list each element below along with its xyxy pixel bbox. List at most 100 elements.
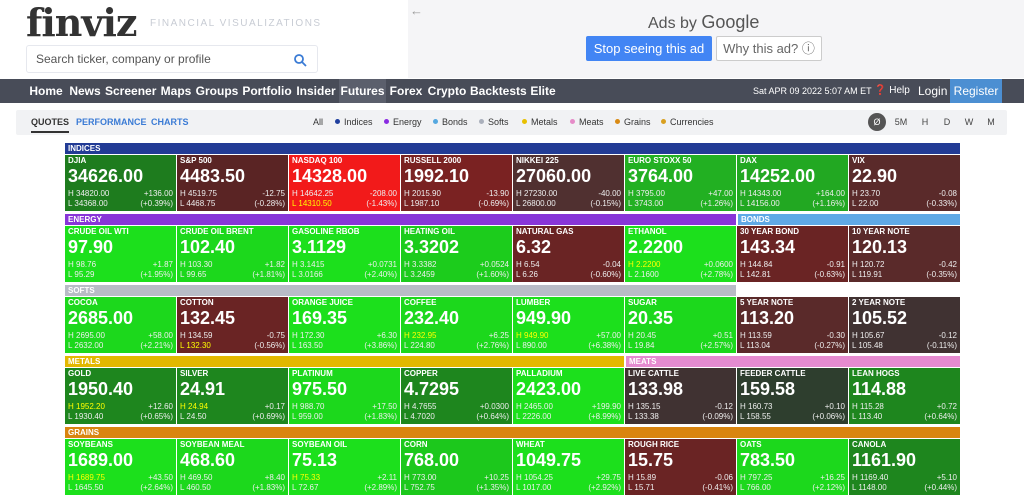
tile-gold[interactable]: GOLD 1950.40 H 1952.20 L 1930.40 +12.60 (+0.6…: [65, 368, 176, 424]
tile-low: L 890.00: [516, 341, 547, 350]
nav-futures[interactable]: Futures: [339, 79, 386, 103]
filter-energy[interactable]: Energy: [384, 110, 422, 135]
filter-softs[interactable]: Softs: [479, 110, 509, 135]
tile-change-pct: (+1.81%): [252, 270, 285, 279]
filter-meats[interactable]: Meats: [570, 110, 604, 135]
nav-elite[interactable]: Elite: [528, 79, 558, 103]
nav-news[interactable]: News: [67, 79, 103, 103]
tile-low: L 959.00: [292, 412, 323, 421]
filter-grains[interactable]: Grains: [615, 110, 651, 135]
tile-low: L 1017.00: [516, 483, 552, 492]
tile-change-pct: (+0.64%): [924, 412, 957, 421]
tile-palladium[interactable]: PALLADIUM 2423.00 H 2465.00 L 2226.00 +199.9…: [513, 368, 624, 424]
tile-2-year-note[interactable]: 2 YEAR NOTE 105.52 H 105.67 L 105.48 -0.12 (-…: [849, 297, 960, 353]
finviz-logo[interactable]: finviz: [26, 0, 138, 45]
tile-ethanol[interactable]: ETHANOL 2.2200 H 2.2200 L 2.1600 +0.0600 (+2.…: [625, 226, 736, 282]
timeframe-5m[interactable]: 5M: [893, 113, 909, 131]
tile-feeder-cattle[interactable]: FEEDER CATTLE 159.58 H 160.73 L 158.55 +0.10…: [737, 368, 848, 424]
tile-dax[interactable]: DAX 14252.00 H 14343.00 L 14156.00 +164.00 (+…: [737, 155, 848, 211]
tile-djia[interactable]: DJIA 34626.00 H 34820.00 L 34368.00 +136.00(…: [65, 155, 176, 211]
filter-currencies[interactable]: Currencies: [661, 110, 714, 135]
tile-wheat[interactable]: WHEAT 1049.75 H 1054.25 L 1017.00 +29.75 (+2.…: [513, 439, 624, 495]
tile-nasdaq-100[interactable]: NASDAQ 100 14328.00 H 14642.25 L 14310.50 -2…: [289, 155, 400, 211]
tile-30-year-bond[interactable]: 30 YEAR BOND 143.34 H 144.84 L 142.81 -0.91(…: [737, 226, 848, 282]
nav-screener[interactable]: Screener: [105, 79, 156, 103]
tile-crude-oil-wti[interactable]: CRUDE OIL WTI 97.90 H 98.76 L 95.29 +1.87 (+1…: [65, 226, 176, 282]
tile-russell-2000[interactable]: RUSSELL 2000 1992.10 H 2015.90 L 1987.10 -13…: [401, 155, 512, 211]
tile-sugar[interactable]: SUGAR 20.35 H 20.45 L 19.84 +0.51 (+2.57%): [625, 297, 736, 353]
register-button[interactable]: Register: [950, 79, 1002, 103]
tile-corn[interactable]: CORN 768.00 H 773.00 L 752.75 +10.25 (+1.35%): [401, 439, 512, 495]
nav-crypto[interactable]: Crypto: [426, 79, 468, 103]
tile-low: L 460.50: [180, 483, 211, 492]
tile-lean-hogs[interactable]: LEAN HOGS 114.88 H 115.28 L 113.40 +0.72 (+0.…: [849, 368, 960, 424]
timeframe-h[interactable]: H: [917, 113, 933, 131]
filter-bonds[interactable]: Bonds: [433, 110, 468, 135]
tile-soybean-meal[interactable]: SOYBEAN MEAL 468.60 H 469.50 L 460.50 +8.40(…: [177, 439, 288, 495]
help-link[interactable]: ❓ Help: [874, 79, 910, 103]
tile-name: SOYBEAN OIL: [292, 440, 348, 449]
tile-5-year-note[interactable]: 5 YEAR NOTE 113.20 H 113.59 L 113.04 -0.30 (-…: [737, 297, 848, 353]
tile-euro-stoxx-50[interactable]: EURO STOXX 50 3764.00 H 3795.00 L 3743.00 +4…: [625, 155, 736, 211]
tile-change: +164.00: [815, 189, 845, 198]
search-input[interactable]: [36, 51, 286, 67]
timeframe-d[interactable]: D: [939, 113, 955, 131]
stop-seeing-ad-button[interactable]: Stop seeing this ad: [586, 36, 712, 61]
tile-soybean-oil[interactable]: SOYBEAN OIL 75.13 H 75.33 L 72.67 +2.11 (+2.8…: [289, 439, 400, 495]
tile-name: CRUDE OIL WTI: [68, 227, 129, 236]
tile-rough-rice[interactable]: ROUGH RICE 15.75 H 15.89 L 15.71 -0.06 (-0.41…: [625, 439, 736, 495]
tab-charts[interactable]: CHARTS: [151, 110, 189, 135]
filter-all[interactable]: All: [313, 110, 323, 135]
tile-copper[interactable]: COPPER 4.7295 H 4.7655 L 4.7020 +0.0300 (+0.6…: [401, 368, 512, 424]
tab-quotes[interactable]: QUOTES: [31, 110, 70, 133]
filter-metals[interactable]: Metals: [522, 110, 558, 135]
tile-10-year-note[interactable]: 10 YEAR NOTE 120.13 H 120.72 L 119.91 -0.42(…: [849, 226, 960, 282]
tile-change: +0.72: [936, 402, 957, 411]
tile-soybeans[interactable]: SOYBEANS 1689.00 H 1689.75 L 1645.50 +43.50(…: [65, 439, 176, 495]
tile-low: L 1987.10: [404, 199, 440, 208]
nav-backtests[interactable]: Backtests: [470, 79, 527, 103]
tile-silver[interactable]: SILVER 24.91 H 24.94 L 24.50 +0.17 (+0.69%): [177, 368, 288, 424]
tile-cotton[interactable]: COTTON 132.45 H 134.59 L 132.30 -0.75 (-0.56%…: [177, 297, 288, 353]
nav-home[interactable]: Home: [28, 79, 64, 103]
timeframe-none[interactable]: Ø: [868, 113, 886, 131]
metals-dot-icon: [522, 119, 527, 125]
tab-performance[interactable]: PERFORMANCE: [76, 110, 147, 135]
tile-platinum[interactable]: PLATINUM 975.50 H 988.70 L 959.00 +17.50 (+1.…: [289, 368, 400, 424]
tile-crude-oil-brent[interactable]: CRUDE OIL BRENT 102.40 H 103.30 L 99.65 +1.8…: [177, 226, 288, 282]
tile-live-cattle[interactable]: LIVE CATTLE 133.98 H 135.15 L 133.38 -0.12 (-…: [625, 368, 736, 424]
tile-coffee[interactable]: COFFEE 232.40 H 232.95 L 224.80 +6.25 (+2.76%…: [401, 297, 512, 353]
tile-s-p-500[interactable]: S&P 500 4483.50 H 4519.75 L 4468.75 -12.75 (-…: [177, 155, 288, 211]
login-link[interactable]: Login: [918, 79, 947, 103]
search-icon[interactable]: [293, 53, 307, 67]
tile-low: L 1148.00: [852, 483, 887, 492]
nav-forex[interactable]: Forex: [388, 79, 424, 103]
why-this-ad-button[interactable]: Why this ad? ⓘ: [716, 36, 822, 61]
timeframe-m[interactable]: M: [983, 113, 999, 131]
tile-natural-gas[interactable]: NATURAL GAS 6.32 H 6.54 L 6.26 -0.04 (-0.60%): [513, 226, 624, 282]
timeframe-w[interactable]: W: [961, 113, 977, 131]
tile-orange-juice[interactable]: ORANGE JUICE 169.35 H 172.30 L 163.50 +6.30(…: [289, 297, 400, 353]
tile-name: NIKKEI 225: [516, 156, 559, 165]
filter-indices[interactable]: Indices: [335, 110, 373, 135]
search-box[interactable]: [26, 45, 318, 73]
tile-gasoline-rbob[interactable]: GASOLINE RBOB 3.1129 H 3.1415 L 3.0166 +0.07…: [289, 226, 400, 282]
tile-low: L 105.48: [852, 341, 883, 350]
tile-name: S&P 500: [180, 156, 212, 165]
tile-price: 1689.00: [68, 450, 134, 470]
tile-name: SILVER: [180, 369, 209, 378]
tile-heating-oil[interactable]: HEATING OIL 3.3202 H 3.3382 L 3.2459 +0.0524…: [401, 226, 512, 282]
tile-lumber[interactable]: LUMBER 949.90 H 949.90 L 890.00 +57.00 (+6.38…: [513, 297, 624, 353]
nav-maps[interactable]: Maps: [158, 79, 194, 103]
tile-cocoa[interactable]: COCOA 2685.00 H 2695.00 L 2632.00 +58.00 (+2.…: [65, 297, 176, 353]
tile-nikkei-225[interactable]: NIKKEI 225 27060.00 H 27230.00 L 26800.00 -4…: [513, 155, 624, 211]
tile-high: H 773.00: [404, 473, 437, 482]
tile-oats[interactable]: OATS 783.50 H 797.25 L 766.00 +16.25 (+2.12%): [737, 439, 848, 495]
nav-groups[interactable]: Groups: [195, 79, 239, 103]
ad-back-arrow-icon[interactable]: ←: [410, 3, 423, 18]
tile-change-pct: (+0.06%): [812, 412, 845, 421]
tile-canola[interactable]: CANOLA 1161.90 H 1169.40 L 1148.00 +5.10 (+0.…: [849, 439, 960, 495]
nav-portfolio[interactable]: Portfolio: [241, 79, 293, 103]
nav-insider[interactable]: Insider: [295, 79, 337, 103]
tile-vix[interactable]: VIX 22.90 H 23.70 L 22.00 -0.08 (-0.33%): [849, 155, 960, 211]
